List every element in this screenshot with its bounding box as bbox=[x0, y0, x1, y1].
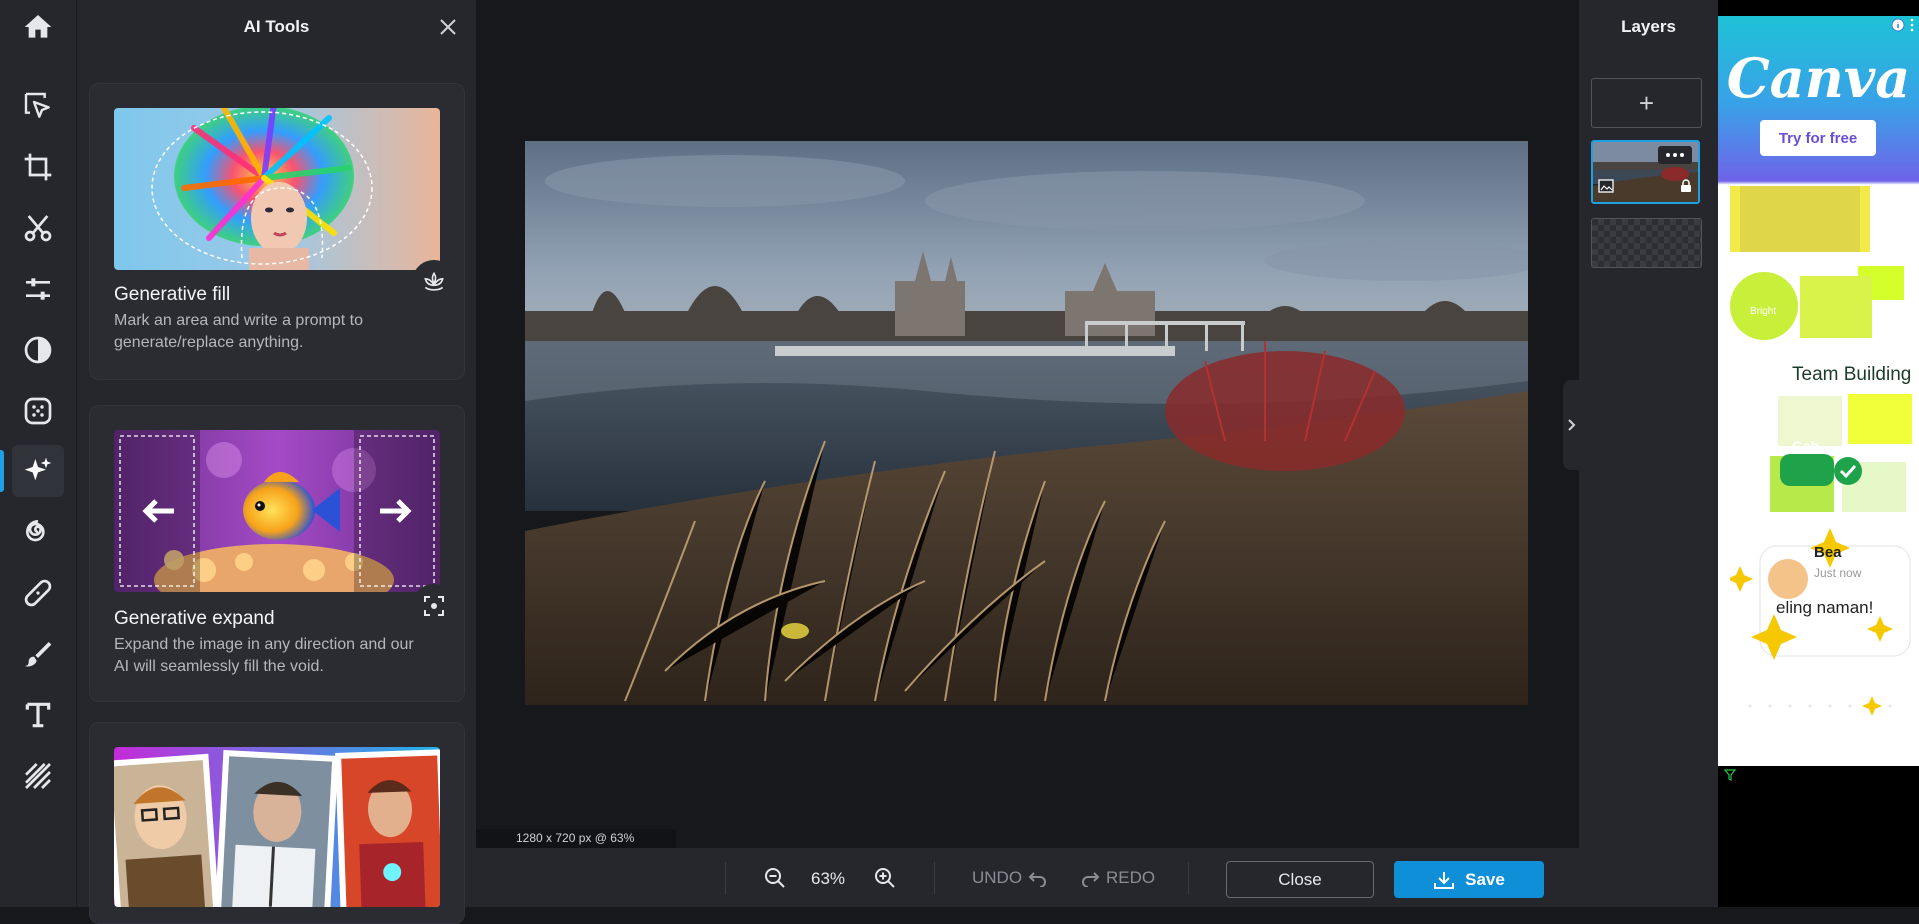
card-title: Generative fill bbox=[114, 284, 231, 305]
panel-close-button[interactable] bbox=[434, 13, 462, 41]
ai-tools-panel: AI Tools Generative fill Mark an area an… bbox=[77, 0, 476, 924]
layer-thumbnail-image[interactable] bbox=[1591, 140, 1700, 204]
adjust-tool-button[interactable] bbox=[12, 263, 64, 315]
chevron-right-icon bbox=[1568, 419, 1576, 431]
zoom-in-icon bbox=[875, 868, 895, 888]
card-description: Expand the image in any direction and ou… bbox=[114, 636, 414, 675]
lotus-icon bbox=[424, 271, 444, 291]
add-layer-button[interactable]: + bbox=[1591, 78, 1702, 128]
panel-header: AI Tools bbox=[77, 0, 476, 54]
card-description: Mark an area and write a prompt to gener… bbox=[114, 312, 364, 351]
brush-icon bbox=[24, 642, 52, 667]
undo-button[interactable]: UNDO bbox=[972, 866, 1048, 890]
zoom-level: 63% bbox=[811, 869, 846, 888]
crop-icon bbox=[24, 153, 52, 181]
spiral-icon bbox=[25, 520, 45, 542]
ai-portrait-preview bbox=[114, 747, 440, 907]
home-button[interactable] bbox=[12, 0, 64, 54]
lock-icon[interactable] bbox=[1680, 179, 1692, 198]
draw-tool-button[interactable] bbox=[12, 628, 64, 680]
layers-title: Layers bbox=[1621, 17, 1676, 36]
ad-chat-name: Bea bbox=[1814, 544, 1842, 561]
close-button[interactable]: Close bbox=[1226, 861, 1374, 898]
generative-fill-preview bbox=[114, 108, 440, 270]
sparkle-icon bbox=[24, 457, 52, 481]
ad-info[interactable] bbox=[1891, 18, 1915, 32]
zoom-out-icon bbox=[765, 868, 785, 888]
sliders-icon bbox=[26, 278, 50, 300]
more-dots-icon bbox=[1666, 153, 1684, 157]
generative-expand-preview bbox=[114, 430, 440, 592]
divider bbox=[934, 862, 935, 894]
hatch-icon bbox=[25, 763, 51, 789]
ad-banner[interactable]: Canva Try for free Team Building Bright … bbox=[1718, 16, 1919, 766]
ad-cta-button[interactable]: Try for free bbox=[1760, 120, 1876, 156]
generative-expand-badge bbox=[412, 584, 456, 628]
ad-tag-gab: Gab bbox=[1792, 438, 1820, 454]
ai-tools-button[interactable] bbox=[12, 445, 64, 497]
save-label: Save bbox=[1465, 869, 1505, 889]
more-vertical-icon bbox=[1910, 18, 1914, 32]
text-icon bbox=[25, 702, 51, 728]
divider bbox=[725, 862, 726, 894]
crop-tool-button[interactable] bbox=[12, 141, 64, 193]
layer-options-button[interactable] bbox=[1658, 146, 1692, 164]
ad-chat-message: eling naman! bbox=[1776, 598, 1874, 617]
effects-tool-button[interactable] bbox=[12, 385, 64, 437]
redo-icon bbox=[1082, 872, 1100, 887]
undo-label: UNDO bbox=[972, 868, 1023, 887]
text-tool-button[interactable] bbox=[12, 689, 64, 741]
ai-portrait-card[interactable] bbox=[89, 722, 465, 924]
plus-icon: + bbox=[1638, 87, 1655, 118]
bandage-icon bbox=[24, 579, 52, 607]
redo-button[interactable]: REDO bbox=[1080, 866, 1155, 890]
card-title: Generative expand bbox=[114, 608, 275, 629]
dots-grid-icon bbox=[24, 397, 52, 425]
textures-tool-button[interactable] bbox=[12, 750, 64, 802]
select-cursor-icon bbox=[24, 92, 50, 118]
scissors-icon bbox=[24, 215, 52, 242]
advertisement: Canva Try for free Team Building Bright … bbox=[1718, 0, 1919, 907]
filters-tool-button[interactable] bbox=[12, 324, 64, 376]
generative-expand-card[interactable]: Generative expand Expand the image in an… bbox=[89, 405, 465, 702]
spiral-tool-button[interactable] bbox=[12, 506, 64, 558]
info-icon bbox=[1891, 18, 1905, 32]
zoom-in-button[interactable] bbox=[873, 866, 897, 890]
redo-label: REDO bbox=[1106, 868, 1156, 887]
panel-title: AI Tools bbox=[243, 17, 310, 36]
undo-icon bbox=[1028, 872, 1046, 887]
retouch-tool-button[interactable] bbox=[12, 567, 64, 619]
image-layer-icon bbox=[1598, 179, 1614, 198]
expand-icon bbox=[424, 596, 444, 616]
generative-fill-badge bbox=[412, 260, 456, 304]
ad-headline: Team Building bbox=[1792, 364, 1912, 385]
ad-brand-logo: Canva bbox=[1726, 46, 1911, 110]
ad-choices-icon[interactable] bbox=[1723, 768, 1737, 786]
contrast-icon bbox=[24, 336, 52, 364]
ad-tag-bright: Bright bbox=[1750, 306, 1777, 317]
ad-chat-time: Just now bbox=[1814, 566, 1862, 580]
cutout-tool-button[interactable] bbox=[12, 202, 64, 254]
close-icon bbox=[440, 19, 456, 35]
save-button[interactable]: Save bbox=[1394, 861, 1544, 898]
generative-fill-card[interactable]: Generative fill Mark an area and write a… bbox=[89, 83, 465, 380]
canvas-dimensions-label: 1280 x 720 px @ 63% bbox=[476, 829, 676, 848]
tool-rail bbox=[0, 0, 77, 907]
divider bbox=[1188, 862, 1189, 894]
canvas-image[interactable] bbox=[525, 141, 1528, 705]
zoom-out-button[interactable] bbox=[763, 866, 787, 890]
active-tool-indicator bbox=[0, 450, 4, 492]
layers-panel: Layers + bbox=[1579, 0, 1718, 907]
home-icon bbox=[24, 15, 52, 38]
download-icon bbox=[1434, 871, 1455, 889]
select-tool-button[interactable] bbox=[12, 80, 64, 132]
layer-thumbnail-transparent[interactable] bbox=[1591, 218, 1702, 268]
